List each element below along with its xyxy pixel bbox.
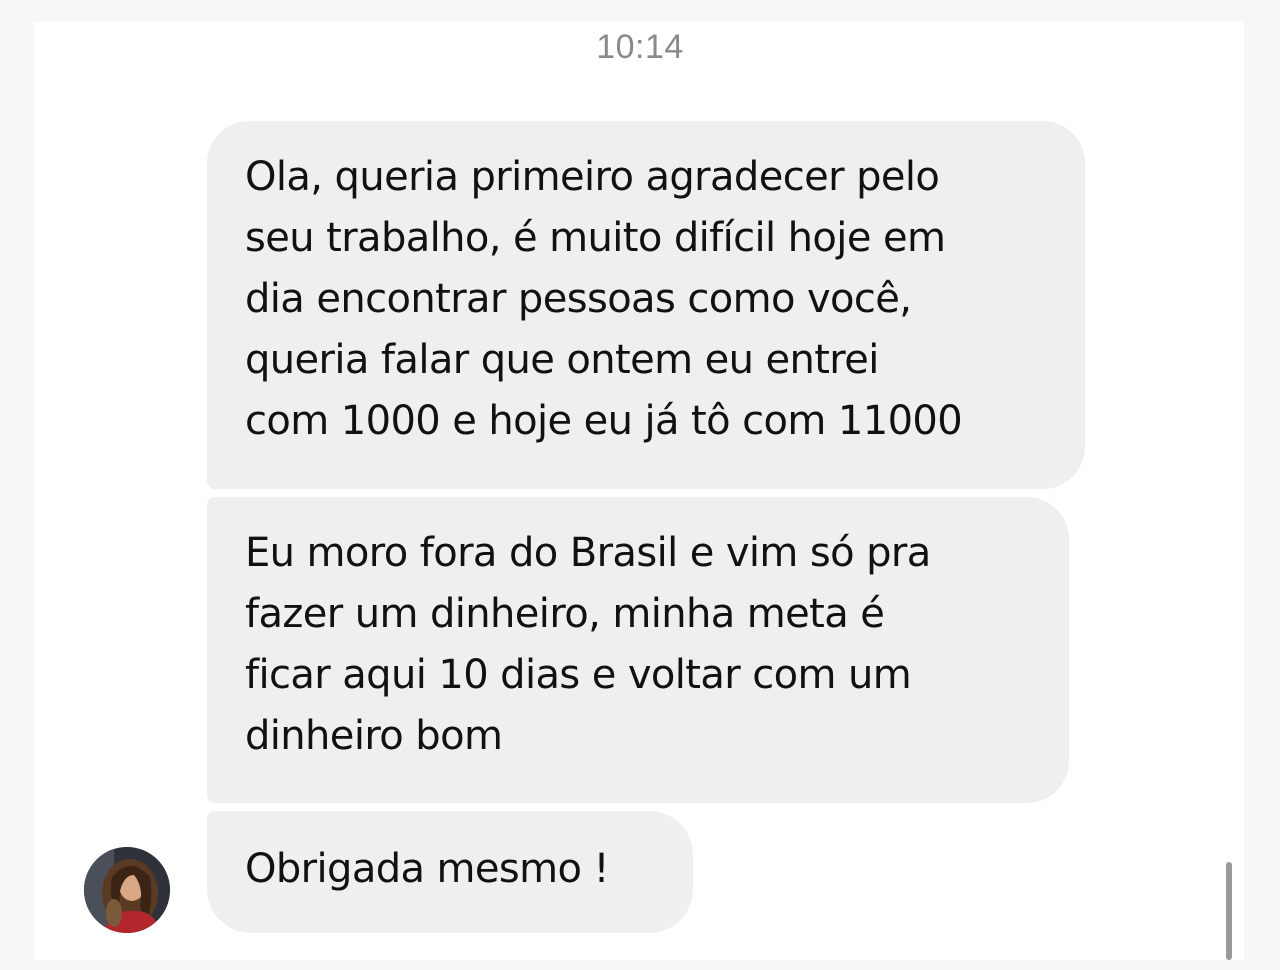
message-text: Eu moro fora do Brasil e vim só pra faze… [245, 530, 931, 759]
avatar-photo-icon [84, 847, 170, 933]
sender-avatar[interactable] [84, 847, 170, 933]
message-bubble[interactable]: Eu moro fora do Brasil e vim só pra faze… [207, 497, 1069, 803]
message-text: Ola, queria primeiro agradecer pelo seu … [245, 154, 963, 444]
message-text: Obrigada mesmo ! [245, 846, 610, 892]
message-timestamp: 10:14 [596, 28, 684, 66]
message-bubble[interactable]: Obrigada mesmo ! [207, 811, 693, 933]
scrollbar-thumb[interactable] [1226, 862, 1232, 960]
message-bubble[interactable]: Ola, queria primeiro agradecer pelo seu … [207, 121, 1085, 489]
